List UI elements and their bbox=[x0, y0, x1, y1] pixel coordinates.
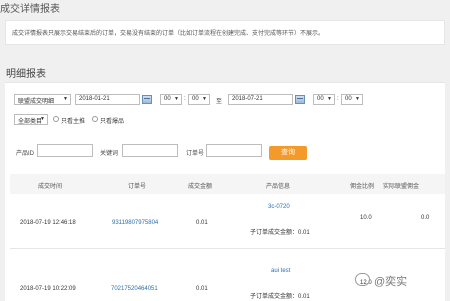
radio-hot-only[interactable] bbox=[92, 116, 98, 122]
to-label: 至 bbox=[216, 99, 223, 105]
product-link[interactable]: 3c-0720 bbox=[268, 204, 290, 210]
keyword-input[interactable] bbox=[122, 144, 178, 157]
notice-box: 成交详情报表只展示交易结束后的订单，交易没有结束的订单（比如订单流程在创建完成、… bbox=[5, 20, 445, 45]
chevron-down-icon: ▼ bbox=[63, 96, 68, 102]
radio-main-only[interactable] bbox=[53, 116, 59, 122]
start-min-value: 00 bbox=[192, 96, 199, 102]
calendar-icon[interactable] bbox=[295, 95, 305, 104]
product-id-input[interactable] bbox=[37, 144, 93, 157]
end-min-value: 00 bbox=[345, 96, 352, 102]
cell-amount: 0.01 bbox=[196, 286, 208, 292]
query-button[interactable]: 查询 bbox=[269, 146, 307, 160]
order-link[interactable]: 93119807975804 bbox=[112, 220, 158, 226]
start-date-value: 2018-01-21 bbox=[79, 96, 110, 102]
keyword-label: 关键词 bbox=[100, 151, 119, 157]
cell-time: 2018-07-19 10:22:09 bbox=[20, 286, 76, 292]
start-hour-select[interactable]: 00 ▼ bbox=[160, 94, 182, 105]
type-select-value: 联盟成交明细 bbox=[18, 99, 55, 105]
column-header: 产品信息 bbox=[266, 184, 291, 190]
wechat-icon bbox=[355, 273, 370, 286]
end-min-select[interactable]: 00 ▼ bbox=[341, 94, 363, 105]
end-hour-value: 00 bbox=[317, 96, 324, 102]
start-hour-value: 00 bbox=[164, 96, 171, 102]
page-title: 成交详情报表 bbox=[0, 4, 60, 15]
order-no-label: 订单号 bbox=[186, 151, 205, 157]
chevron-down-icon: ▼ bbox=[327, 96, 332, 102]
order-no-input[interactable] bbox=[206, 144, 262, 157]
end-hour-select[interactable]: 00 ▼ bbox=[313, 94, 335, 105]
notice-text: 成交详情报表只展示交易结束后的订单，交易没有结束的订单（比如订单流程在创建完成、… bbox=[12, 31, 325, 37]
time-colon: : bbox=[337, 96, 339, 102]
cell-ratio: 10.0 bbox=[360, 215, 372, 221]
time-colon: : bbox=[184, 96, 186, 102]
end-date-input[interactable]: 2018-07-21 bbox=[228, 94, 293, 105]
row-divider bbox=[10, 248, 445, 249]
column-header: 佣金比例 bbox=[350, 184, 375, 190]
product-link[interactable]: aui test bbox=[271, 268, 290, 274]
column-header: 实际联盟佣金 bbox=[383, 184, 420, 190]
column-header: 成交金额 bbox=[188, 184, 213, 190]
radio-main-label: 只看主推 bbox=[61, 119, 86, 125]
cell-commission: 0.0 bbox=[421, 215, 430, 221]
table-header: 成交时间 订单号 成交金额 产品信息 佣金比例 实际联盟佣金 bbox=[10, 174, 445, 194]
chevron-down-icon: ▼ bbox=[40, 116, 45, 122]
watermark: @奕实 bbox=[352, 270, 450, 290]
category-select[interactable]: 全部类目 ▼ bbox=[14, 114, 48, 125]
radio-hot-label: 只看爆品 bbox=[100, 119, 125, 125]
chevron-down-icon: ▼ bbox=[174, 96, 179, 102]
section-title: 明细报表 bbox=[6, 69, 46, 80]
calendar-icon[interactable] bbox=[142, 95, 152, 104]
product-id-label: 产品ID bbox=[16, 151, 35, 157]
cell-amount: 0.01 bbox=[196, 220, 208, 226]
cell-time: 2018-07-19 12:46:18 bbox=[20, 220, 76, 226]
chevron-down-icon: ▼ bbox=[202, 96, 207, 102]
cell-sub-amount: 子订单成交金额：0.01 bbox=[250, 294, 310, 300]
start-min-select[interactable]: 00 ▼ bbox=[188, 94, 210, 105]
chevron-down-icon: ▼ bbox=[355, 96, 360, 102]
order-link[interactable]: 70217520464051 bbox=[111, 286, 158, 292]
start-date-input[interactable]: 2018-01-21 bbox=[75, 94, 140, 105]
cell-sub-amount: 子订单成交金额：0.01 bbox=[250, 230, 310, 236]
column-header: 成交时间 bbox=[38, 184, 63, 190]
end-date-value: 2018-07-21 bbox=[232, 96, 263, 102]
column-header: 订单号 bbox=[128, 184, 147, 190]
type-select[interactable]: 联盟成交明细 ▼ bbox=[14, 94, 71, 105]
category-select-value: 全部类目 bbox=[18, 119, 43, 125]
watermark-text: @奕实 bbox=[374, 276, 408, 288]
